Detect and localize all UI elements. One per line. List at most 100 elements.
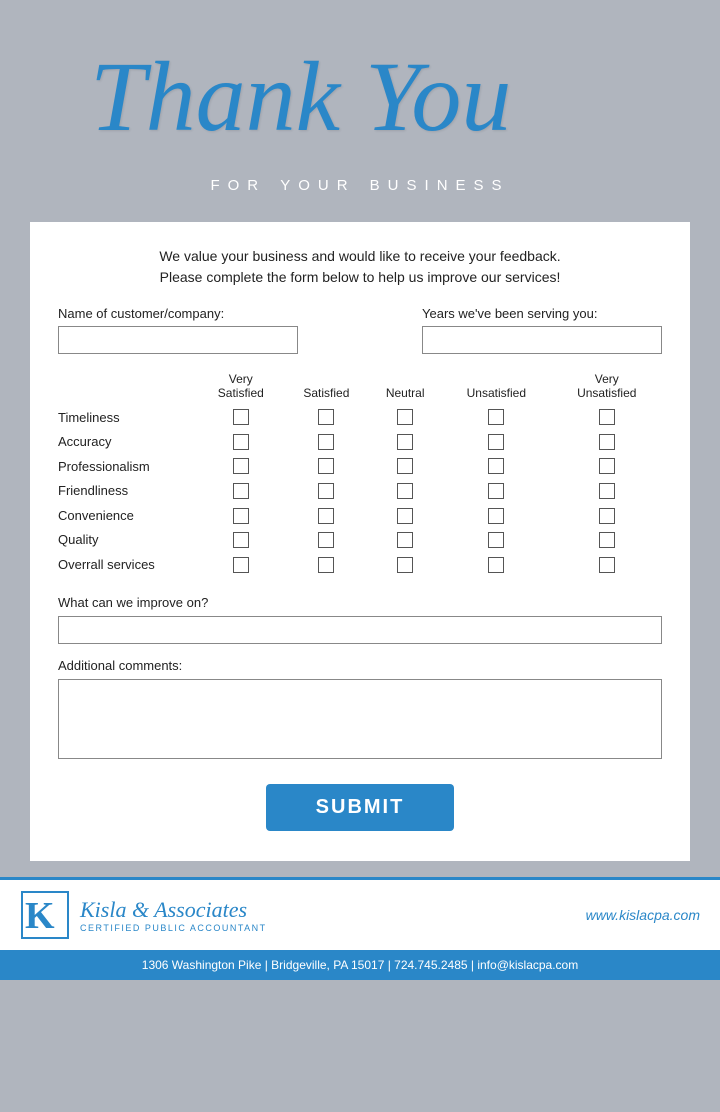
website-text: www.kislacpa.com bbox=[586, 907, 700, 923]
company-name: Kisla & Associates bbox=[80, 897, 267, 923]
table-row: Quality bbox=[58, 528, 662, 553]
footer-address: 1306 Washington Pike | Bridgeville, PA 1… bbox=[142, 958, 578, 972]
rating-checkbox[interactable] bbox=[397, 532, 413, 548]
rating-checkbox[interactable] bbox=[318, 434, 334, 450]
rating-cell bbox=[441, 429, 551, 454]
rating-checkbox[interactable] bbox=[233, 483, 249, 499]
rating-checkbox[interactable] bbox=[233, 532, 249, 548]
row-label: Convenience bbox=[58, 503, 198, 528]
rating-checkbox[interactable] bbox=[233, 434, 249, 450]
footer-logo: K Kisla & Associates CERTIFIED PUBLIC AC… bbox=[20, 890, 267, 940]
rating-checkbox[interactable] bbox=[599, 557, 615, 573]
col-header-empty bbox=[58, 372, 198, 405]
comments-textarea[interactable] bbox=[58, 679, 662, 759]
rating-checkbox[interactable] bbox=[318, 458, 334, 474]
rating-cell bbox=[552, 429, 662, 454]
rating-section: VerySatisfied Satisfied Neutral Unsatisf… bbox=[58, 372, 662, 577]
customer-input[interactable] bbox=[58, 326, 298, 354]
form-container: We value your business and would like to… bbox=[30, 222, 690, 861]
rating-cell bbox=[441, 454, 551, 479]
rating-checkbox[interactable] bbox=[488, 532, 504, 548]
rating-cell bbox=[284, 454, 370, 479]
rating-cell bbox=[441, 478, 551, 503]
rating-cell bbox=[198, 405, 284, 430]
col-header-very-unsatisfied: VeryUnsatisfied bbox=[552, 372, 662, 405]
table-row: Overrall services bbox=[58, 552, 662, 577]
rating-checkbox[interactable] bbox=[397, 458, 413, 474]
submit-button[interactable]: SUBMIT bbox=[266, 784, 455, 831]
rating-cell bbox=[441, 503, 551, 528]
years-input[interactable] bbox=[422, 326, 662, 354]
improve-label: What can we improve on? bbox=[58, 595, 662, 610]
comments-section: Additional comments: bbox=[58, 658, 662, 764]
col-header-neutral: Neutral bbox=[369, 372, 441, 405]
rating-cell bbox=[441, 552, 551, 577]
row-label: Quality bbox=[58, 528, 198, 553]
thank-you-title: Thank You bbox=[30, 20, 690, 166]
rating-checkbox[interactable] bbox=[599, 409, 615, 425]
rating-cell bbox=[552, 478, 662, 503]
header-section: Thank You for your business bbox=[0, 0, 720, 222]
rating-checkbox[interactable] bbox=[397, 557, 413, 573]
years-label: Years we've been serving you: bbox=[422, 306, 662, 321]
cpa-text: CERTIFIED PUBLIC ACCOUNTANT bbox=[80, 923, 267, 933]
rating-checkbox[interactable] bbox=[318, 508, 334, 524]
rating-cell bbox=[284, 478, 370, 503]
fields-row: Name of customer/company: Years we've be… bbox=[58, 306, 662, 354]
svg-text:K: K bbox=[25, 895, 55, 937]
rating-checkbox[interactable] bbox=[233, 557, 249, 573]
rating-cell bbox=[369, 503, 441, 528]
improve-input[interactable] bbox=[58, 616, 662, 644]
rating-cell bbox=[552, 552, 662, 577]
col-header-satisfied: Satisfied bbox=[284, 372, 370, 405]
rating-cell bbox=[369, 478, 441, 503]
rating-checkbox[interactable] bbox=[488, 458, 504, 474]
rating-cell bbox=[284, 405, 370, 430]
rating-cell bbox=[369, 528, 441, 553]
rating-cell bbox=[284, 429, 370, 454]
rating-checkbox[interactable] bbox=[599, 532, 615, 548]
rating-checkbox[interactable] bbox=[397, 508, 413, 524]
rating-cell bbox=[198, 429, 284, 454]
row-label: Overrall services bbox=[58, 552, 198, 577]
rating-checkbox[interactable] bbox=[599, 483, 615, 499]
rating-checkbox[interactable] bbox=[318, 483, 334, 499]
rating-checkbox[interactable] bbox=[233, 409, 249, 425]
rating-cell bbox=[284, 552, 370, 577]
rating-checkbox[interactable] bbox=[599, 508, 615, 524]
rating-cell bbox=[284, 528, 370, 553]
intro-line2: Please complete the form below to help u… bbox=[58, 267, 662, 288]
rating-checkbox[interactable] bbox=[318, 532, 334, 548]
rating-checkbox[interactable] bbox=[318, 409, 334, 425]
rating-checkbox[interactable] bbox=[488, 483, 504, 499]
logo-text: Kisla & Associates CERTIFIED PUBLIC ACCO… bbox=[80, 897, 267, 933]
col-header-very-satisfied: VerySatisfied bbox=[198, 372, 284, 405]
table-row: Accuracy bbox=[58, 429, 662, 454]
svg-text:Thank You: Thank You bbox=[90, 41, 511, 150]
rating-checkbox[interactable] bbox=[488, 508, 504, 524]
rating-checkbox[interactable] bbox=[599, 434, 615, 450]
rating-checkbox[interactable] bbox=[488, 434, 504, 450]
rating-cell bbox=[198, 552, 284, 577]
footer-bottom: 1306 Washington Pike | Bridgeville, PA 1… bbox=[0, 950, 720, 980]
table-row: Friendliness bbox=[58, 478, 662, 503]
rating-cell bbox=[552, 454, 662, 479]
rating-checkbox[interactable] bbox=[488, 557, 504, 573]
rating-checkbox[interactable] bbox=[397, 409, 413, 425]
rating-cell bbox=[369, 454, 441, 479]
rating-checkbox[interactable] bbox=[397, 483, 413, 499]
rating-checkbox[interactable] bbox=[318, 557, 334, 573]
rating-cell bbox=[198, 454, 284, 479]
row-label: Professionalism bbox=[58, 454, 198, 479]
rating-cell bbox=[441, 405, 551, 430]
rating-cell bbox=[198, 528, 284, 553]
rating-checkbox[interactable] bbox=[599, 458, 615, 474]
comments-label: Additional comments: bbox=[58, 658, 662, 673]
rating-checkbox[interactable] bbox=[233, 458, 249, 474]
rating-checkbox[interactable] bbox=[488, 409, 504, 425]
rating-cell bbox=[552, 405, 662, 430]
rating-checkbox[interactable] bbox=[397, 434, 413, 450]
submit-row: SUBMIT bbox=[58, 784, 662, 831]
rating-checkbox[interactable] bbox=[233, 508, 249, 524]
rating-cell bbox=[198, 478, 284, 503]
